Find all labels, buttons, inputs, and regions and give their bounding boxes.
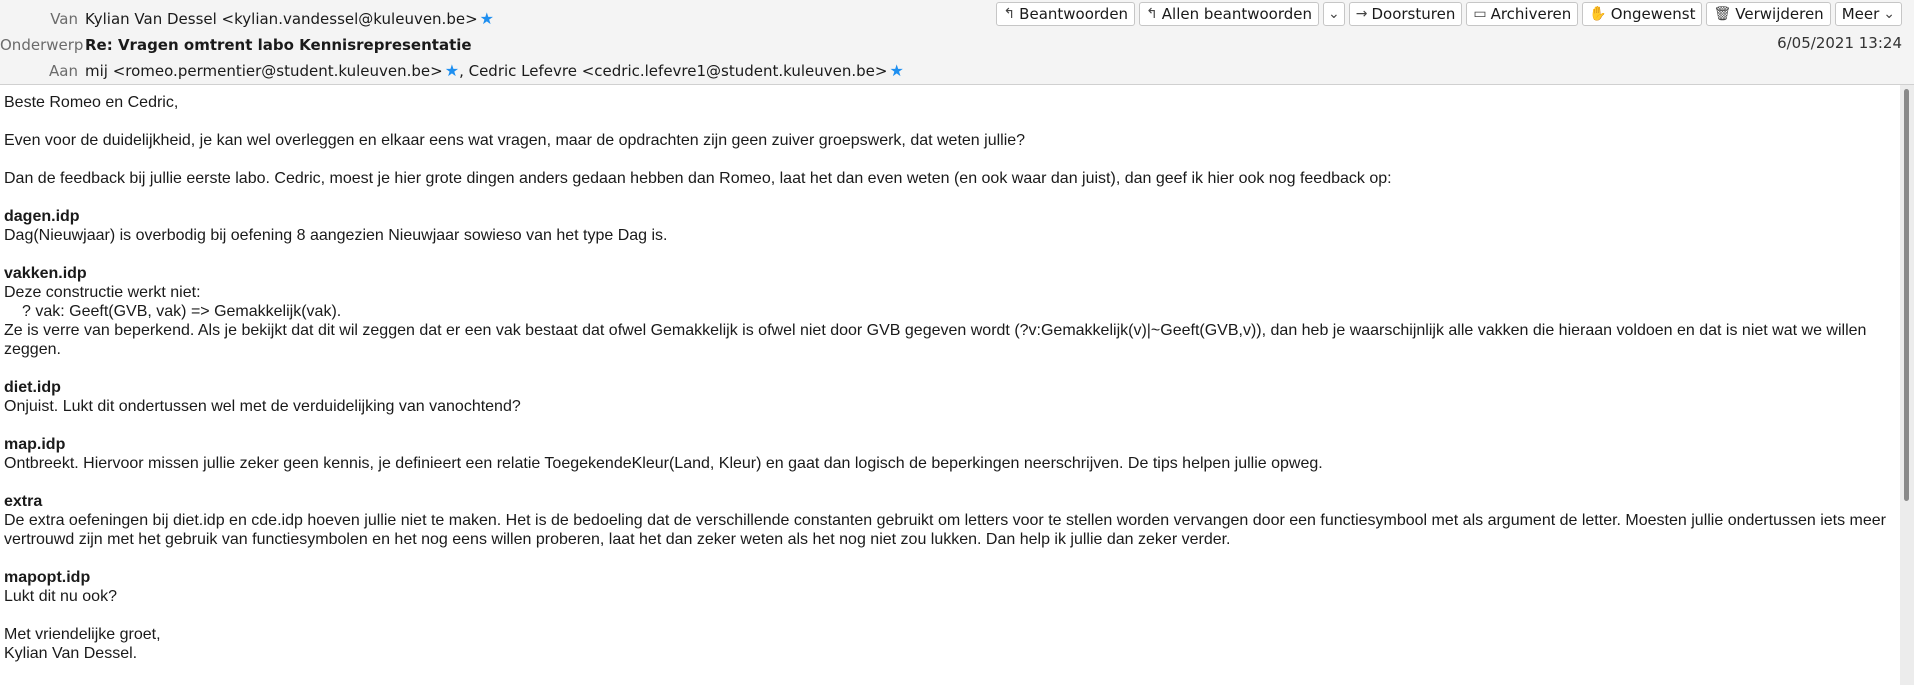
archive-button[interactable]: ▭ Archiveren (1466, 2, 1579, 26)
section-map: map.idp Ontbreekt. Hiervoor missen julli… (4, 435, 1898, 473)
reply-icon: ↰ (1003, 6, 1016, 22)
reply-button[interactable]: ↰ Beantwoorden (996, 2, 1136, 26)
message-toolbar: ↰ Beantwoorden ↰ Allen beantwoorden ⌄ → Doo… (996, 2, 1902, 26)
archive-icon: ▭ (1473, 6, 1487, 22)
from-label: Van (50, 10, 78, 28)
section-title: extra (4, 493, 43, 510)
forward-icon: → (1355, 6, 1368, 22)
to-separator: , (459, 62, 469, 80)
reply-all-icon: ↰ (1146, 6, 1158, 22)
junk-button[interactable]: ✋ Ongewenst (1582, 2, 1703, 26)
chevron-down-icon: ⌄ (1883, 6, 1895, 22)
section-title: vakken.idp (4, 265, 87, 282)
archive-label: Archiveren (1490, 5, 1572, 23)
subject-label: Onderwerp (0, 36, 84, 54)
section-dagen: dagen.idp Dag(Nieuwjaar) is overbodig bi… (4, 207, 1898, 245)
forward-label: Doorsturen (1371, 5, 1456, 23)
from-address[interactable]: Kylian Van Dessel <kylian.vandessel@kule… (85, 10, 478, 28)
message-header: Van Kylian Van Dessel <kylian.vandessel@k… (0, 0, 1914, 85)
to-address-2[interactable]: Cedric Lefevre <cedric.lefevre1@student.… (469, 62, 888, 80)
section-title: mapopt.idp (4, 569, 91, 586)
section-text: Dag(Nieuwjaar) is overbodig bij oefening… (4, 227, 668, 244)
star-icon[interactable]: ★ (480, 9, 494, 28)
section-text: Ontbreekt. Hiervoor missen jullie zeker … (4, 455, 1323, 472)
code-line: ? vak: Geeft(GVB, vak) => Gemakkelijk(va… (22, 303, 342, 320)
delete-label: Verwijderen (1735, 5, 1824, 23)
trash-icon: 🗑 (1713, 6, 1732, 22)
paragraph: Even voor de duidelijkheid, je kan wel o… (4, 132, 1026, 149)
section-extra: extra De extra oefeningen bij diet.idp e… (4, 492, 1898, 549)
closing: Met vriendelijke groet, (4, 626, 161, 643)
section-text: Onjuist. Lukt dit ondertussen wel met de… (4, 398, 521, 415)
section-title: map.idp (4, 436, 66, 453)
more-button[interactable]: Meer ⌄ (1834, 2, 1902, 26)
junk-label: Ongewenst (1610, 5, 1696, 23)
reply-all-button[interactable]: ↰ Allen beantwoorden (1139, 2, 1320, 26)
message-date: 6/05/2021 13:24 (1777, 34, 1902, 52)
more-label: Meer (1841, 5, 1880, 23)
delete-button[interactable]: 🗑 Verwijderen (1706, 2, 1831, 26)
section-title: diet.idp (4, 379, 61, 396)
section-vakken: vakken.idp Deze constructie werkt niet: … (4, 264, 1898, 359)
forward-button[interactable]: → Doorsturen (1348, 2, 1463, 26)
section-title: dagen.idp (4, 208, 80, 225)
section-mapopt: mapopt.idp Lukt dit nu ook? (4, 568, 1898, 606)
vertical-scrollbar[interactable] (1900, 85, 1914, 685)
section-text: Ze is verre van beperkend. Als je bekijk… (4, 322, 1867, 358)
reply-all-dropdown-button[interactable]: ⌄ (1323, 2, 1345, 26)
reply-all-label: Allen beantwoorden (1161, 5, 1313, 23)
section-text: De extra oefeningen bij diet.idp en cde.… (4, 512, 1886, 548)
message-body: Beste Romeo en Cedric, Even voor de duid… (0, 85, 1898, 685)
chevron-down-icon: ⌄ (1328, 6, 1340, 22)
from-row: Van Kylian Van Dessel <kylian.vandessel@k… (0, 6, 494, 32)
star-icon[interactable]: ★ (889, 61, 903, 80)
section-diet: diet.idp Onjuist. Lukt dit ondertussen w… (4, 378, 1898, 416)
star-icon[interactable]: ★ (445, 61, 459, 80)
to-row: Aan mij <romeo.permentier@student.kuleuve… (0, 58, 904, 84)
subject-text: Re: Vragen omtrent labo Kennisrepresenta… (85, 36, 472, 54)
section-text: Lukt dit nu ook? (4, 588, 117, 605)
section-text: Deze constructie werkt niet: (4, 284, 201, 301)
reply-label: Beantwoorden (1019, 5, 1129, 23)
junk-icon: ✋ (1589, 6, 1607, 22)
signature-block: Met vriendelijke groet, Kylian Van Desse… (4, 625, 1898, 663)
scrollbar-thumb[interactable] (1904, 89, 1909, 501)
to-address-1[interactable]: mij <romeo.permentier@student.kuleuven.b… (85, 62, 443, 80)
greeting: Beste Romeo en Cedric, (4, 94, 179, 111)
signature: Kylian Van Dessel. (4, 645, 138, 662)
subject-row: Onderwerp Re: Vragen omtrent labo Kennisr… (0, 32, 472, 58)
paragraph: Dan de feedback bij jullie eerste labo. … (4, 170, 1392, 187)
to-label: Aan (49, 62, 78, 80)
